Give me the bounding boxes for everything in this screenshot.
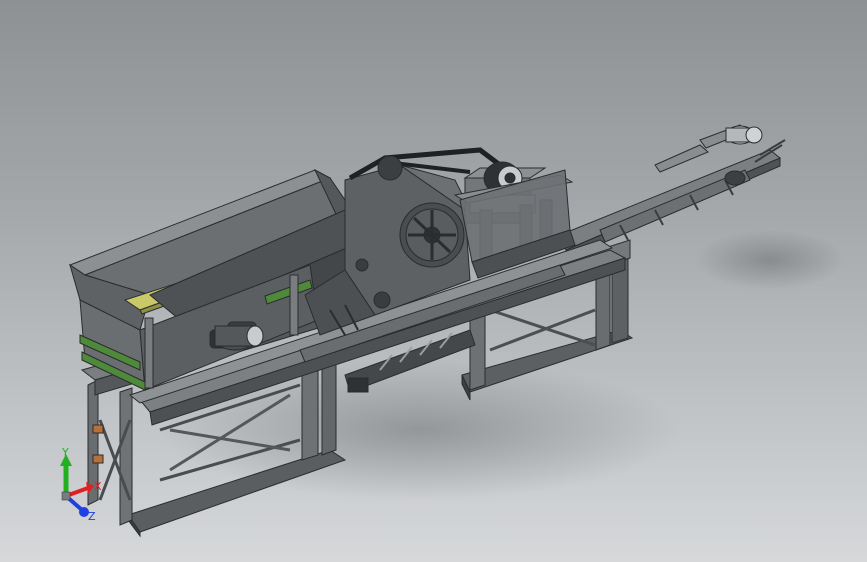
graphics-viewport[interactable]: Y X Z: [0, 0, 867, 562]
screen-motor: [214, 325, 264, 351]
triad-origin: [61, 491, 71, 501]
x-axis-label: X: [94, 480, 102, 493]
floor-shadow-conveyor: [695, 230, 845, 290]
crusher-plant-model[interactable]: [0, 0, 867, 562]
z-axis-label: Z: [88, 510, 96, 523]
x-axis-head: [86, 482, 94, 494]
y-axis-label: Y: [61, 448, 69, 459]
view-orientation-triad[interactable]: Y X Z: [48, 448, 108, 524]
